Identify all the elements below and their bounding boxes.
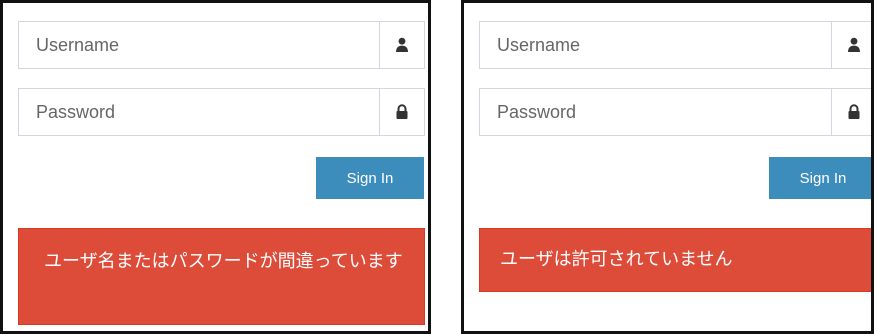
lock-icon (379, 89, 424, 135)
password-input[interactable] (19, 89, 379, 135)
username-field (18, 21, 425, 69)
error-message: ユーザ名またはパスワードが間違っています (44, 251, 403, 272)
error-alert: ユーザ名またはパスワードが間違っています (18, 228, 425, 325)
user-icon (831, 22, 871, 68)
sign-in-button[interactable]: Sign In (316, 157, 424, 199)
username-field (479, 21, 871, 69)
error-message: ユーザは許可されていません (500, 249, 733, 270)
password-input[interactable] (480, 89, 831, 135)
password-field (18, 88, 425, 136)
lock-icon (831, 89, 871, 135)
user-icon (379, 22, 424, 68)
password-field (479, 88, 871, 136)
sign-in-button[interactable]: Sign In (769, 157, 871, 199)
login-panel-left: Sign In ユーザ名またはパスワードが間違っています (0, 0, 431, 334)
username-input[interactable] (19, 22, 379, 68)
login-panel-right: Sign In ユーザは許可されていません (461, 0, 874, 334)
error-alert: ユーザは許可されていません (479, 228, 871, 292)
username-input[interactable] (480, 22, 831, 68)
